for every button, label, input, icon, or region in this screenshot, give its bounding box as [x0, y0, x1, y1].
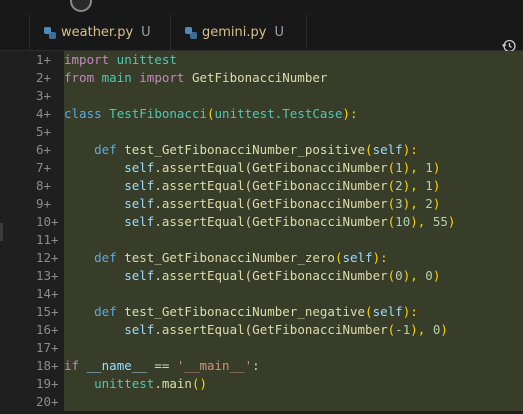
- line-number: 15+: [36, 304, 59, 319]
- code-line-11[interactable]: [64, 231, 523, 249]
- code-line-19[interactable]: unittest.main(): [64, 375, 523, 393]
- tab-git-status: U: [274, 25, 284, 40]
- title-bar: [0, 0, 523, 14]
- tab-gemini-py[interactable]: gemini.py U: [171, 14, 307, 51]
- code-line-9[interactable]: self.assertEqual(GetFibonacciNumber(3), …: [64, 195, 523, 213]
- python-file-icon: [185, 26, 197, 39]
- line-number: 7+: [36, 160, 52, 175]
- tab-weather-py[interactable]: weather.py U: [30, 14, 171, 51]
- python-file-icon: [44, 26, 56, 39]
- tab-label: weather.py: [61, 25, 134, 40]
- code-line-2[interactable]: from main import GetFibonacciNumber: [64, 69, 523, 87]
- code-line-4[interactable]: class TestFibonacci(unittest.TestCase):: [64, 105, 523, 123]
- tab-label: gemini.py: [202, 25, 267, 40]
- line-number-gutter: 1+ 2+ 3+ 4+ 5+ 6+ 7+ 8+ 9+ 10+ 11+ 12+ 1…: [36, 51, 64, 411]
- code-line-10[interactable]: self.assertEqual(GetFibonacciNumber(10),…: [64, 213, 523, 231]
- code-line-18[interactable]: if __name__ == '__main__':: [64, 357, 523, 375]
- tab-git-status: U: [141, 25, 151, 40]
- code-line-17[interactable]: [64, 339, 523, 357]
- line-number: 12+: [36, 250, 59, 265]
- code-line-15[interactable]: def test_GetFibonacciNumber_negative(sel…: [64, 303, 523, 321]
- editor-tab-bar: weather.py U gemini.py U: [0, 14, 523, 53]
- code-line-14[interactable]: [64, 285, 523, 303]
- code-line-20[interactable]: [64, 393, 523, 411]
- code-line-7[interactable]: self.assertEqual(GetFibonacciNumber(1), …: [64, 159, 523, 177]
- code-line-5[interactable]: [64, 123, 523, 141]
- code-text-area[interactable]: import unittest from main import GetFibo…: [64, 51, 523, 411]
- editor-glyph-margin: [0, 51, 36, 414]
- line-number: 6+: [36, 142, 52, 157]
- account-avatar-icon[interactable]: [70, 0, 92, 12]
- line-number: 5+: [36, 124, 52, 139]
- code-line-1[interactable]: import unittest: [64, 51, 523, 69]
- code-line-8[interactable]: self.assertEqual(GetFibonacciNumber(2), …: [64, 177, 523, 195]
- tab-overflow-spacer: [0, 14, 30, 51]
- code-line-12[interactable]: def test_GetFibonacciNumber_zero(self):: [64, 249, 523, 267]
- line-number: 19+: [36, 376, 59, 391]
- code-line-3[interactable]: [64, 87, 523, 105]
- line-number: 10+: [36, 214, 59, 229]
- line-number: 14+: [36, 286, 59, 301]
- line-number: 4+: [36, 106, 52, 121]
- line-number: 13+: [36, 268, 59, 283]
- line-number: 1+: [36, 52, 52, 67]
- line-number: 11+: [36, 232, 59, 247]
- code-line-6[interactable]: def test_GetFibonacciNumber_positive(sel…: [64, 141, 523, 159]
- line-number: 17+: [36, 340, 59, 355]
- line-number: 3+: [36, 88, 52, 103]
- line-number: 20+: [36, 394, 59, 409]
- line-number: 16+: [36, 322, 59, 337]
- code-line-16[interactable]: self.assertEqual(GetFibonacciNumber(-1),…: [64, 321, 523, 339]
- code-editor[interactable]: 1+ 2+ 3+ 4+ 5+ 6+ 7+ 8+ 9+ 10+ 11+ 12+ 1…: [0, 51, 523, 414]
- line-number: 8+: [36, 178, 52, 193]
- fold-marker: [0, 223, 3, 241]
- line-number: 18+: [36, 358, 59, 373]
- line-number: 9+: [36, 196, 52, 211]
- code-line-13[interactable]: self.assertEqual(GetFibonacciNumber(0), …: [64, 267, 523, 285]
- line-number: 2+: [36, 70, 52, 85]
